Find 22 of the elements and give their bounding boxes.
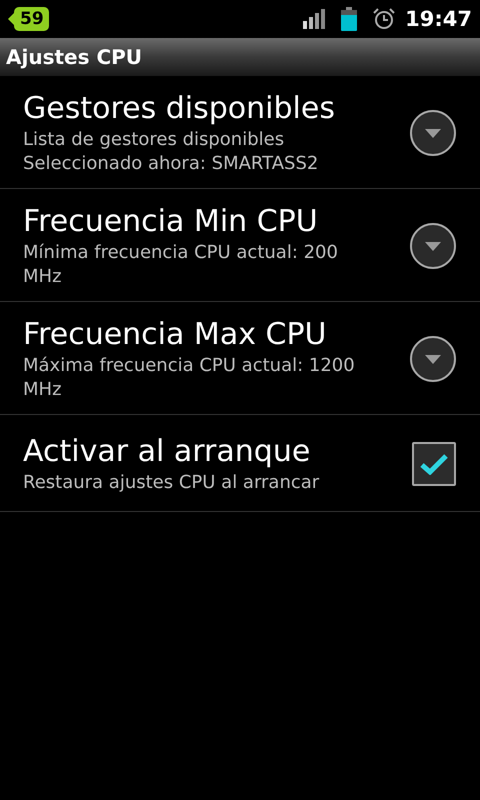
setting-title: Gestores disponibles [23, 90, 336, 128]
signal-icon [303, 9, 328, 29]
caret-icon [425, 128, 441, 138]
dropdown-button[interactable] [410, 223, 456, 269]
checkmark-icon [420, 453, 448, 475]
battery-icon [341, 7, 358, 31]
setting-summary: Máxima frecuencia CPU actual: 1200 MHz [23, 354, 356, 402]
caret-icon [425, 354, 441, 364]
setting-summary: Restaura ajustes CPU al arrancar [23, 471, 320, 495]
setting-summary: Seleccionado ahora: SMARTASS2 [23, 152, 320, 176]
checkbox[interactable] [412, 442, 456, 486]
setting-summary: Lista de gestores disponibles [23, 128, 286, 152]
alarm-clock-icon [373, 8, 396, 30]
dropdown-button[interactable] [410, 336, 456, 382]
status-time: 19:47 [405, 7, 472, 31]
setting-title: Frecuencia Max CPU [23, 316, 328, 354]
setting-title: Activar al arranque [23, 433, 312, 471]
setting-summary: Mínima frecuencia CPU actual: 200 MHz [23, 241, 339, 289]
title-bar: Ajustes CPU [0, 38, 480, 76]
setting-title: Frecuencia Min CPU [23, 203, 319, 241]
caret-icon [425, 242, 441, 250]
dropdown-button[interactable] [410, 110, 456, 156]
